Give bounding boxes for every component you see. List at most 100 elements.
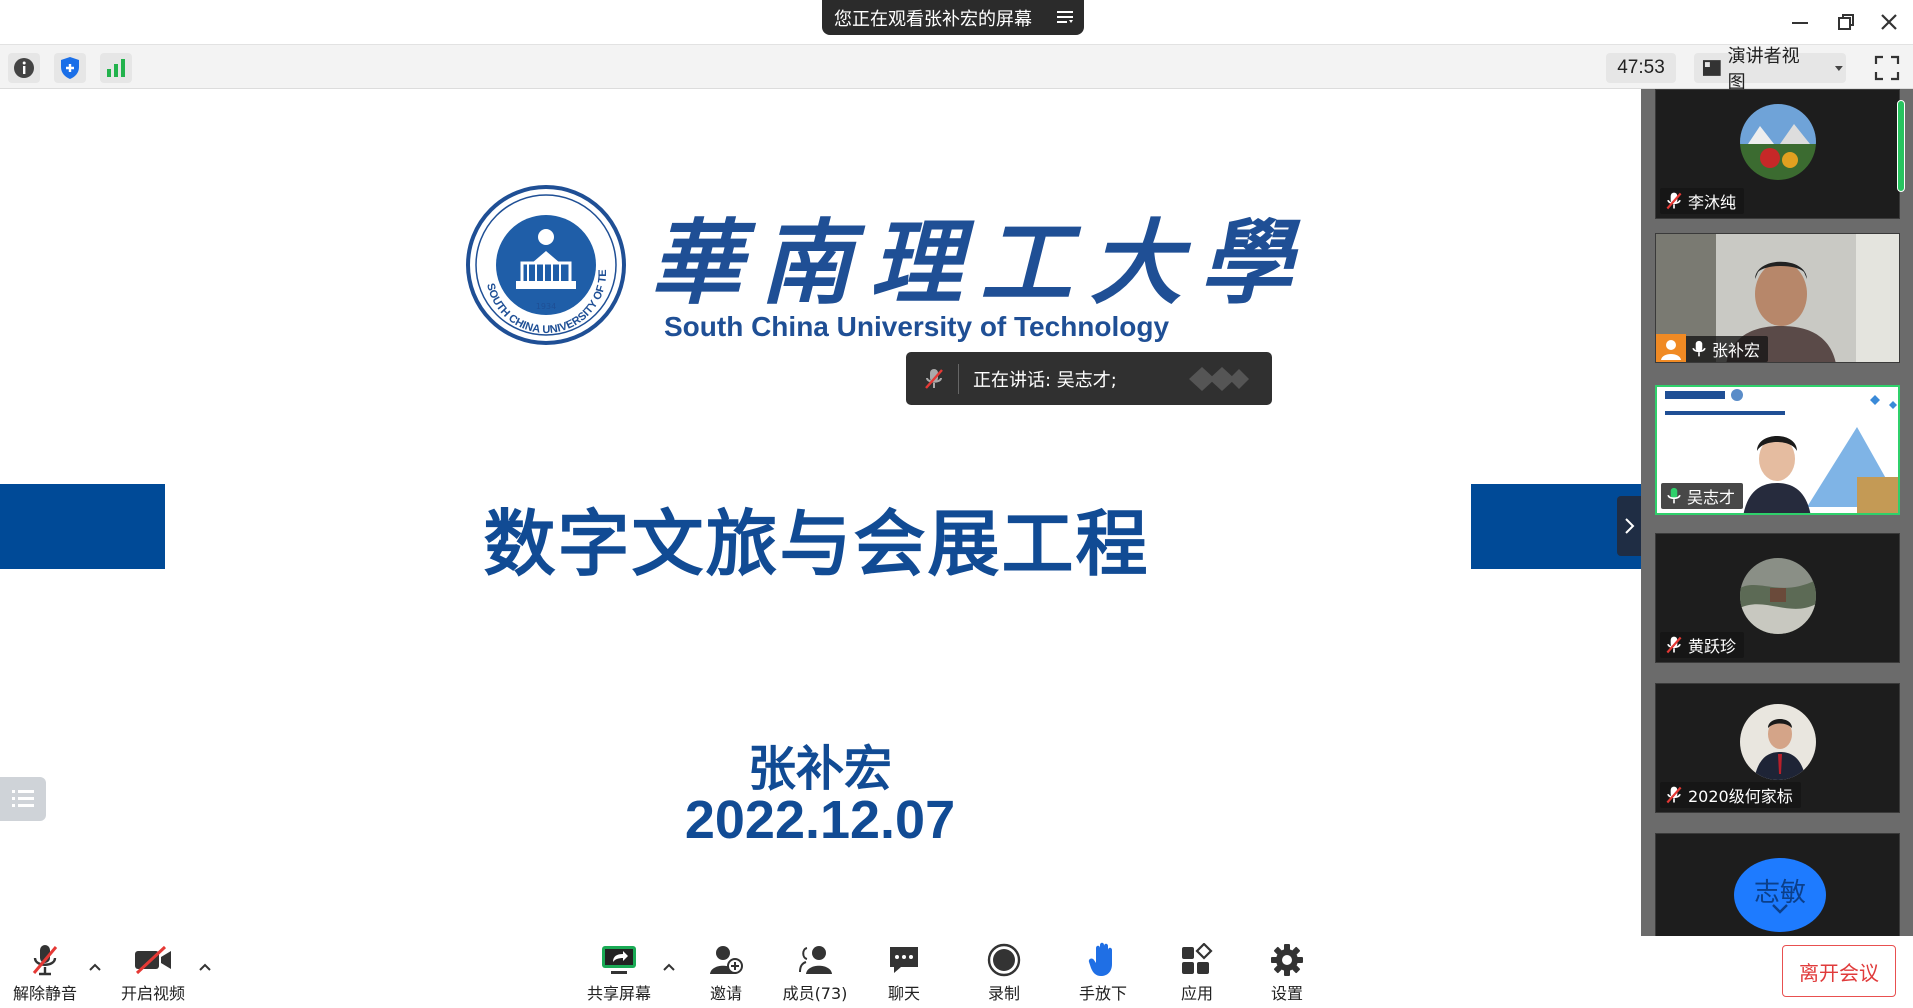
overlay-divider — [958, 363, 959, 394]
title-accent-bar-right — [1471, 484, 1641, 569]
screen-share-notice[interactable]: 您正在观看张补宏的屏幕 — [822, 0, 1084, 35]
participant-video-panel: 李沐纯 张补宏 吴志才 黄跃珍 2020级何家标 — [1641, 89, 1913, 943]
share-screen-icon — [602, 946, 636, 974]
list-icon — [12, 790, 34, 807]
add-user-icon — [710, 946, 743, 974]
panel-scrollbar[interactable] — [1897, 100, 1905, 192]
meeting-status-bar: 47:53 演讲者视图 — [0, 44, 1913, 93]
restore-icon[interactable] — [1834, 10, 1858, 34]
members-label: 成员(73) — [782, 984, 848, 1003]
chevron-right-icon — [1625, 518, 1635, 534]
slide-title: 数字文旅与会展工程 — [483, 502, 1150, 586]
minimize-icon[interactable] — [1788, 10, 1812, 34]
participant-name: 吴志才 — [1687, 488, 1736, 507]
chevron-up-icon[interactable] — [660, 958, 678, 976]
meeting-timer: 47:53 — [1606, 53, 1676, 83]
network-button[interactable] — [100, 53, 132, 83]
chevron-up-icon[interactable] — [196, 958, 214, 976]
active-speaker-overlay: 正在讲话: 吴志才; — [906, 352, 1272, 405]
info-button[interactable] — [8, 53, 40, 83]
chat-button[interactable]: 聊天 — [859, 942, 949, 1004]
settings-button[interactable]: 设置 — [1242, 942, 1332, 1004]
gear-icon — [1271, 944, 1303, 976]
participant-name: 张补宏 — [1712, 341, 1761, 360]
close-icon[interactable] — [1877, 10, 1901, 34]
avatar — [1740, 704, 1816, 780]
apps-icon — [1182, 943, 1213, 974]
participant-name-tag: 李沐纯 — [1660, 188, 1745, 214]
collapse-panel-button[interactable] — [1617, 496, 1641, 556]
participant-name-tag: 2020级何家标 — [1660, 782, 1801, 808]
leave-meeting-button[interactable]: 离开会议 — [1782, 945, 1896, 997]
invite-label: 邀请 — [709, 984, 742, 1003]
share-notice-label: 您正在观看张补宏的屏幕 — [834, 8, 1032, 30]
lower-hand-label: 手放下 — [1078, 984, 1127, 1003]
participant-name-tag: 黄跃珍 — [1660, 632, 1745, 658]
overlay-graphic-icon — [1189, 366, 1249, 391]
mic-icon — [1692, 340, 1706, 357]
scroll-down-button[interactable]: 志敏 — [1734, 858, 1826, 932]
list-toggle-button[interactable] — [0, 777, 46, 821]
muted-mic-icon — [1666, 192, 1682, 210]
members-button[interactable]: 成员(73) — [770, 942, 860, 1004]
invite-button[interactable]: 邀请 — [681, 942, 771, 1004]
unmute-label: 解除静音 — [12, 984, 77, 1003]
svg-text:1934: 1934 — [536, 302, 556, 311]
info-icon — [14, 58, 34, 78]
fullscreen-icon[interactable] — [1874, 55, 1900, 81]
chat-label: 聊天 — [887, 984, 920, 1003]
participant-name-tag: 吴志才 — [1661, 483, 1744, 509]
apps-label: 应用 — [1180, 984, 1213, 1003]
share-screen-button[interactable]: 共享屏幕 — [574, 942, 664, 1004]
speaker-view-icon — [1702, 60, 1721, 76]
video-off-icon — [135, 945, 171, 975]
participant-tile[interactable]: 2020级何家标 — [1655, 683, 1900, 813]
unmute-button[interactable]: 解除静音 — [0, 942, 90, 1004]
record-button[interactable]: 录制 — [959, 942, 1049, 1004]
menu-icon[interactable] — [1056, 8, 1074, 26]
participant-tile[interactable]: 李沐纯 — [1655, 89, 1900, 219]
title-accent-bar-left — [0, 484, 165, 569]
view-mode-button[interactable]: 演讲者视图 — [1694, 46, 1846, 93]
university-name-cn: 華南理工大學 — [650, 209, 1311, 317]
participant-name-tag: 张补宏 — [1656, 334, 1769, 362]
chat-icon — [890, 947, 918, 973]
active-speaker-text: 正在讲话: 吴志才; — [973, 369, 1117, 391]
university-seal-logo: 1934 SOUTH CHINA UNIVERSITY OF TECHNOLOG… — [466, 185, 626, 345]
security-button[interactable] — [54, 53, 86, 83]
participant-tile-active[interactable]: 吴志才 — [1655, 385, 1900, 515]
chevron-down-icon — [1772, 904, 1788, 914]
title-bar: 您正在观看张补宏的屏幕 — [0, 0, 1913, 44]
active-mic-icon — [1667, 487, 1681, 504]
meeting-toolbar: 解除静音 开启视频 共享屏幕 邀请 成员(73) 聊天 录制 手放下 应用 设置… — [0, 936, 1913, 1008]
muted-mic-icon — [32, 945, 58, 976]
view-mode-label: 演讲者视图 — [1727, 46, 1800, 93]
share-screen-label: 共享屏幕 — [586, 984, 651, 1003]
participant-name: 李沐纯 — [1688, 193, 1737, 212]
start-video-button[interactable]: 开启视频 — [108, 942, 198, 1004]
muted-mic-icon — [1666, 786, 1682, 804]
shared-slide: 1934 SOUTH CHINA UNIVERSITY OF TECHNOLOG… — [0, 89, 1641, 936]
university-name-en: South China University of Technology — [664, 311, 1170, 342]
host-icon — [1656, 334, 1686, 362]
settings-label: 设置 — [1270, 984, 1303, 1003]
apps-button[interactable]: 应用 — [1152, 942, 1242, 1004]
shield-icon — [61, 57, 79, 79]
members-icon — [799, 946, 832, 974]
participant-name: 黄跃珍 — [1688, 637, 1737, 656]
signal-icon — [107, 59, 125, 77]
start-video-label: 开启视频 — [120, 984, 185, 1003]
chevron-down-icon — [1835, 66, 1844, 71]
record-label: 录制 — [987, 984, 1020, 1003]
participant-name: 2020级何家标 — [1688, 787, 1793, 806]
participant-tile[interactable]: 黄跃珍 — [1655, 533, 1900, 663]
muted-mic-icon — [1666, 636, 1682, 654]
lower-hand-button[interactable]: 手放下 — [1058, 942, 1148, 1004]
chevron-up-icon[interactable] — [86, 958, 104, 976]
participant-tile[interactable]: 张补宏 — [1655, 233, 1900, 363]
raised-hand-icon — [1088, 942, 1112, 976]
record-icon — [987, 943, 1021, 977]
muted-mic-icon — [925, 368, 943, 389]
avatar — [1740, 104, 1816, 180]
slide-date: 2022.12.07 — [684, 790, 956, 850]
